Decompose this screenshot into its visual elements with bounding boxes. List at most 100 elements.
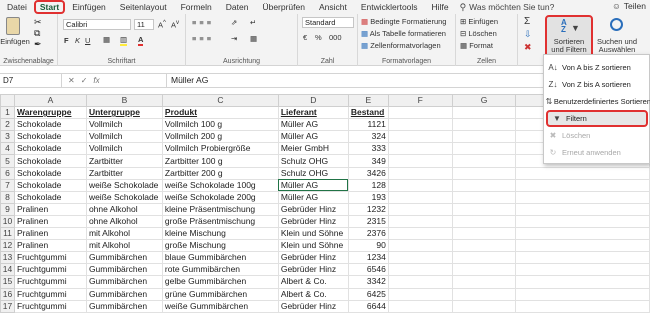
horizontal-align-icons[interactable]: ≡≡≡ [192,34,214,43]
cell[interactable]: Müller AG [277,130,349,144]
row-header[interactable]: 16 [0,287,15,301]
cell[interactable]: Zartbitter 100 g [161,154,279,168]
cell[interactable]: Schokolade [13,166,87,180]
cell[interactable]: Bestand [347,106,389,120]
cell[interactable] [451,263,517,277]
cell[interactable]: Schokolade [13,130,87,144]
cell[interactable]: ohne Alkohol [85,214,163,229]
cell[interactable]: 2315 [347,214,389,229]
cell[interactable]: Schulz OHG [277,154,349,168]
cell[interactable]: weiße Schokolade 100g [161,178,279,192]
cell[interactable]: Schokolade [13,154,87,168]
cell[interactable] [387,287,453,301]
tab-daten[interactable]: Daten [219,0,256,14]
format-painter-icon[interactable]: ✒ [34,39,42,50]
cell[interactable] [387,299,453,313]
cell[interactable] [387,227,453,241]
format-as-table-button[interactable]: ▦ Als Tabelle formatieren [361,29,446,38]
cell[interactable]: blaue Gummibärchen [161,251,279,265]
cell[interactable]: Gummibärchen [85,287,163,301]
cell-styles-button[interactable]: ▦ Zellenformatvorlagen [361,41,441,50]
italic-button[interactable]: K [75,36,80,45]
find-select-button[interactable]: Suchen und Auswählen [592,38,642,54]
cell[interactable]: rote Gummibärchen [161,263,279,277]
cell[interactable]: Fruchtgummi [13,263,87,277]
fx-icon[interactable]: fx [93,76,99,85]
cell[interactable]: 349 [347,154,389,168]
cell[interactable]: Gummibärchen [85,275,163,289]
cell[interactable]: Klein und Söhne [277,239,349,253]
tab-formeln[interactable]: Formeln [174,0,219,14]
copy-icon[interactable]: ⧉ [34,28,40,39]
dropdown-item-sort-za[interactable]: Z↓ Von Z bis A sortieren [544,76,650,93]
cell[interactable]: 1234 [347,251,389,265]
cell[interactable] [387,142,453,156]
cell[interactable] [387,275,453,289]
bold-button[interactable]: F [64,36,69,45]
share-button[interactable]: ☺ Teilen [612,1,646,11]
row-header[interactable]: 13 [0,251,15,265]
column-header[interactable]: G [451,94,517,108]
cell[interactable]: Zartbitter 200 g [161,166,279,180]
row-header[interactable]: 10 [0,214,15,229]
cell[interactable] [451,106,517,120]
cell[interactable]: Fruchtgummi [13,251,87,265]
cell[interactable] [387,106,453,120]
cell[interactable]: Pralinen [13,214,87,229]
cell[interactable] [451,190,517,204]
column-header[interactable]: F [387,94,453,108]
cell[interactable] [387,214,453,229]
cell[interactable]: mit Alkohol [85,227,163,241]
cell[interactable]: Vollmilch 100 g [161,118,279,132]
cell[interactable]: ohne Alkohol [85,202,163,216]
row-header[interactable]: 8 [0,190,15,204]
cell[interactable]: Albert & Co. [277,287,349,301]
font-size-select[interactable]: 11 [134,19,154,30]
font-color-icon[interactable]: A [138,35,144,46]
cell[interactable]: Schokolade [13,142,87,156]
row-header[interactable]: 9 [0,202,15,216]
cell[interactable] [387,202,453,216]
cut-icon[interactable]: ✂ [34,17,42,28]
cell[interactable]: Vollmilch [85,118,163,132]
format-cells-button[interactable]: ▦ Format [460,41,493,50]
cell[interactable]: 90 [347,239,389,253]
row-header[interactable]: 1 [0,106,15,120]
tab-start[interactable]: Start [33,0,66,14]
cell[interactable] [515,239,650,253]
cell[interactable]: Meier GmbH [277,142,349,156]
cell[interactable]: 193 [347,190,389,204]
cell[interactable]: kleine Mischung [161,227,279,241]
cell[interactable]: weiße Schokolade 200g [161,190,279,204]
dropdown-item-custom-sort[interactable]: ⇅ Benutzerdefiniertes Sortieren [544,93,650,110]
cell[interactable] [515,214,650,229]
column-header[interactable]: C [161,94,279,108]
cell[interactable] [451,287,517,301]
cell[interactable] [387,130,453,144]
border-icon[interactable]: ▦ [103,35,110,44]
tab-seitenlayout[interactable]: Seitenlayout [113,0,174,14]
cell[interactable] [387,118,453,132]
cell[interactable]: 1121 [347,118,389,132]
cell[interactable]: Schokolade [13,178,87,192]
cell[interactable]: Gummibärchen [85,299,163,313]
cancel-icon[interactable]: ✕ [68,76,75,85]
cell[interactable] [387,239,453,253]
cell[interactable] [515,202,650,216]
confirm-icon[interactable]: ✓ [81,76,88,85]
cell[interactable] [451,118,517,132]
cell[interactable]: Gebrüder Hinz [277,202,349,216]
cell[interactable] [451,227,517,241]
dropdown-item-filter[interactable]: ▼ Filtern [546,110,648,127]
cell[interactable]: Gummibärchen [85,263,163,277]
column-header[interactable]: E [347,94,389,108]
vertical-align-icons[interactable]: ≡≡≡ [192,18,214,27]
fill-icon[interactable]: ⇩ [524,29,532,40]
row-header[interactable]: 17 [0,299,15,313]
insert-cells-button[interactable]: ⊞ Einfügen [460,17,498,26]
cell[interactable]: grüne Gummibärchen [161,287,279,301]
cell[interactable]: 128 [347,178,389,192]
column-header[interactable]: B [85,94,163,108]
cell[interactable]: 1232 [347,202,389,216]
paste-button[interactable]: Einfügen [0,38,30,46]
